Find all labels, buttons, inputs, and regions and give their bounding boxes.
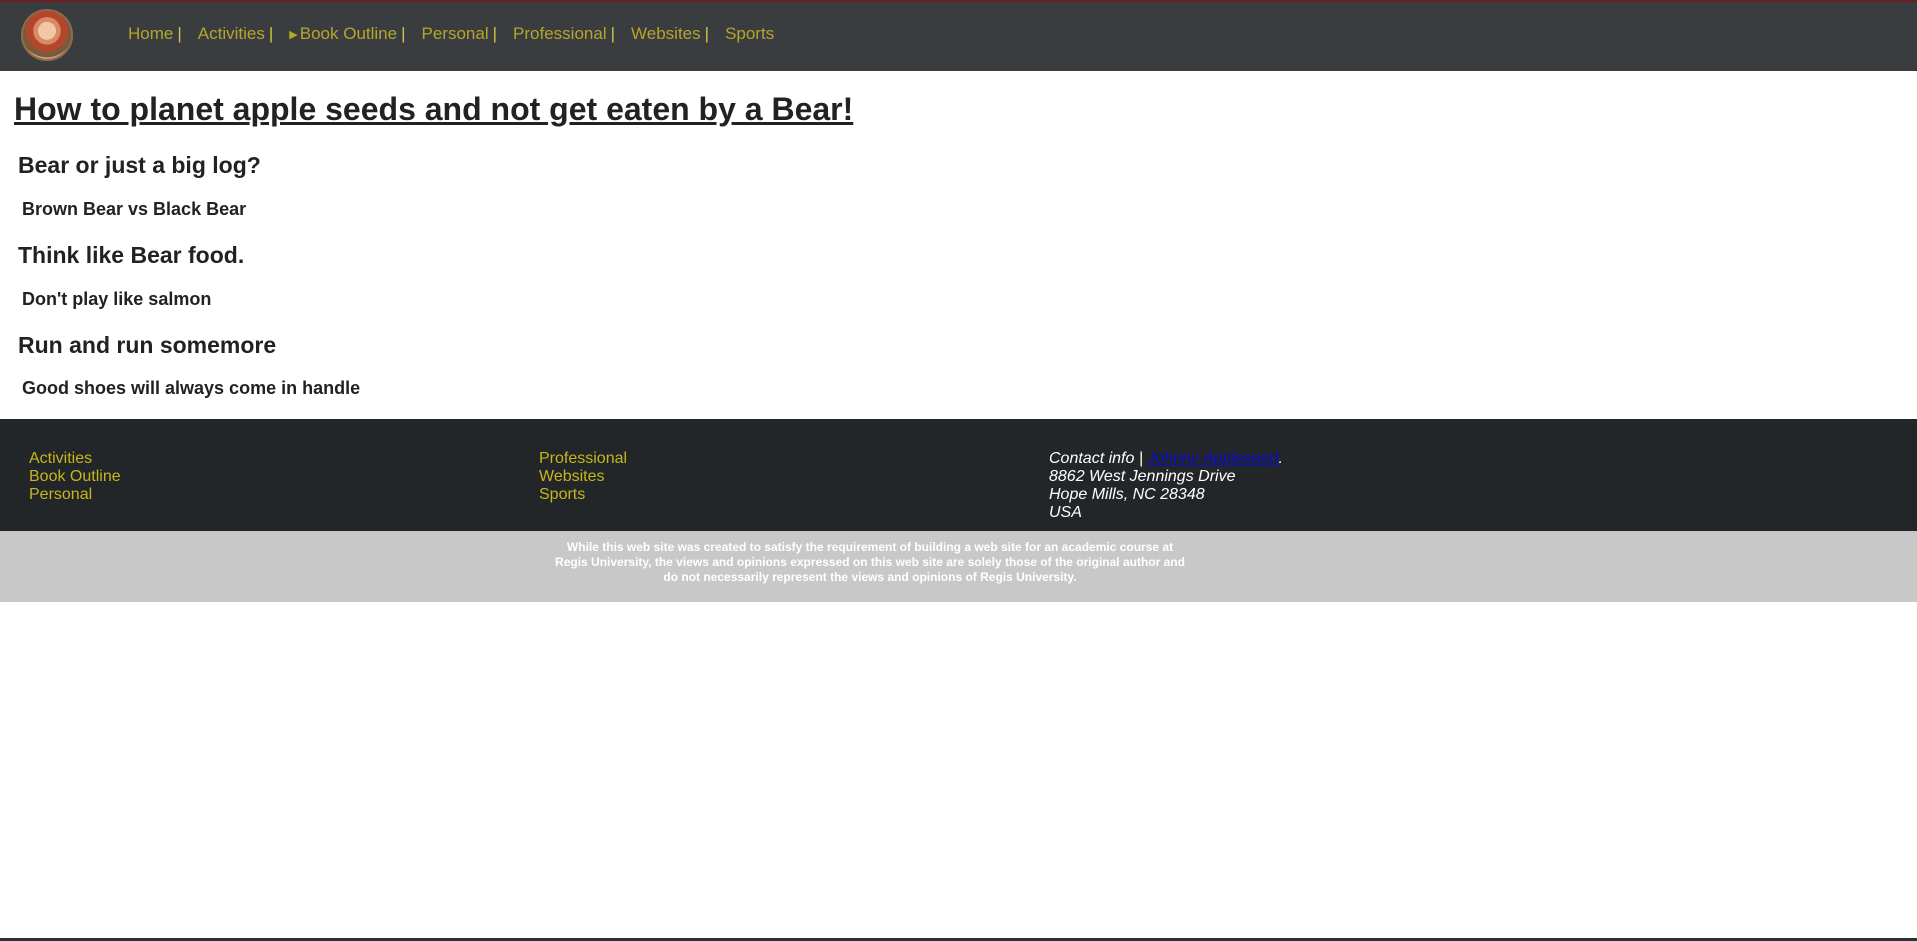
disclaimer-line: do not necessarily represent the views a…: [663, 570, 1077, 584]
section-subheading: Good shoes will always come in handle: [22, 378, 361, 398]
footer-link-websites[interactable]: Websites: [539, 468, 627, 486]
footer-links-area: Activities Book Outline Personal Profess…: [0, 419, 1917, 531]
nav-link-book-outline[interactable]: Book Outline: [300, 24, 397, 44]
nav-item-personal: Personal |: [422, 24, 498, 44]
contact-suffix: .: [1278, 450, 1283, 467]
nav-item-sports: Sports: [725, 24, 778, 44]
contact-name-link[interactable]: Johnny Appleseed: [1147, 450, 1278, 467]
section-heading: Think like Bear food.: [18, 242, 245, 268]
address-line: 8862 West Jennings Drive: [1049, 468, 1236, 485]
contact-line: Contact info | Johnny Appleseed.: [1049, 450, 1283, 468]
section-subheading: Don't play like salmon: [22, 289, 212, 309]
nav-separator: |: [492, 24, 498, 43]
section-heading: Run and run somemore: [18, 332, 277, 358]
nav-item-professional: Professional |: [513, 24, 615, 44]
nav-item-book-outline: ▶ Book Outline |: [289, 24, 405, 44]
nav-separator: |: [401, 24, 406, 43]
footer-link-activities[interactable]: Activities: [29, 450, 121, 468]
nav-separator: |: [268, 24, 274, 43]
nav-separator: |: [177, 24, 182, 43]
disclaimer-text: While this web site was created to satis…: [540, 540, 1200, 585]
address-line: Hope Mills, NC 28348: [1049, 486, 1205, 503]
footer-column-2: Professional Websites Sports: [539, 450, 627, 504]
nav-link-home[interactable]: Home: [128, 24, 173, 44]
footer-link-professional[interactable]: Professional: [539, 450, 627, 468]
nav-link-personal[interactable]: Personal: [422, 24, 489, 44]
nav-item-home: Home |: [128, 24, 182, 44]
nav-link-websites[interactable]: Websites: [631, 24, 701, 44]
site-logo-avatar[interactable]: [21, 9, 73, 61]
page-title: How to planet apple seeds and not get ea…: [14, 91, 854, 127]
nav-item-websites: Websites |: [631, 24, 709, 44]
footer-column-1: Activities Book Outline Personal: [29, 450, 121, 504]
footer-link-book-outline[interactable]: Book Outline: [29, 468, 121, 486]
section-heading: Bear or just a big log?: [18, 152, 261, 178]
nav-separator: |: [704, 24, 710, 43]
nav-link-sports[interactable]: Sports: [725, 24, 774, 44]
footer-contact-info: Contact info | Johnny Appleseed. 8862 We…: [1049, 450, 1283, 522]
disclaimer-line: Regis University, the views and opinions…: [555, 555, 1185, 569]
nav-separator: |: [610, 24, 616, 43]
nav-links: Home | Activities | ▶ Book Outline | Per…: [128, 24, 794, 44]
contact-prefix: Contact info |: [1049, 450, 1143, 467]
nav-link-professional[interactable]: Professional: [513, 24, 607, 44]
footer-link-sports[interactable]: Sports: [539, 486, 627, 504]
address-line: USA: [1049, 504, 1082, 521]
disclaimer-line: While this web site was created to satis…: [566, 540, 1174, 554]
footer-link-personal[interactable]: Personal: [29, 486, 121, 504]
section-subheading: Brown Bear vs Black Bear: [22, 199, 247, 219]
top-navigation-bar: Home | Activities | ▶ Book Outline | Per…: [0, 0, 1917, 71]
nav-item-activities: Activities |: [198, 24, 274, 44]
caret-right-icon: ▶: [289, 28, 298, 41]
nav-link-activities[interactable]: Activities: [198, 24, 265, 44]
footer-disclaimer-bar: While this web site was created to satis…: [0, 531, 1917, 602]
